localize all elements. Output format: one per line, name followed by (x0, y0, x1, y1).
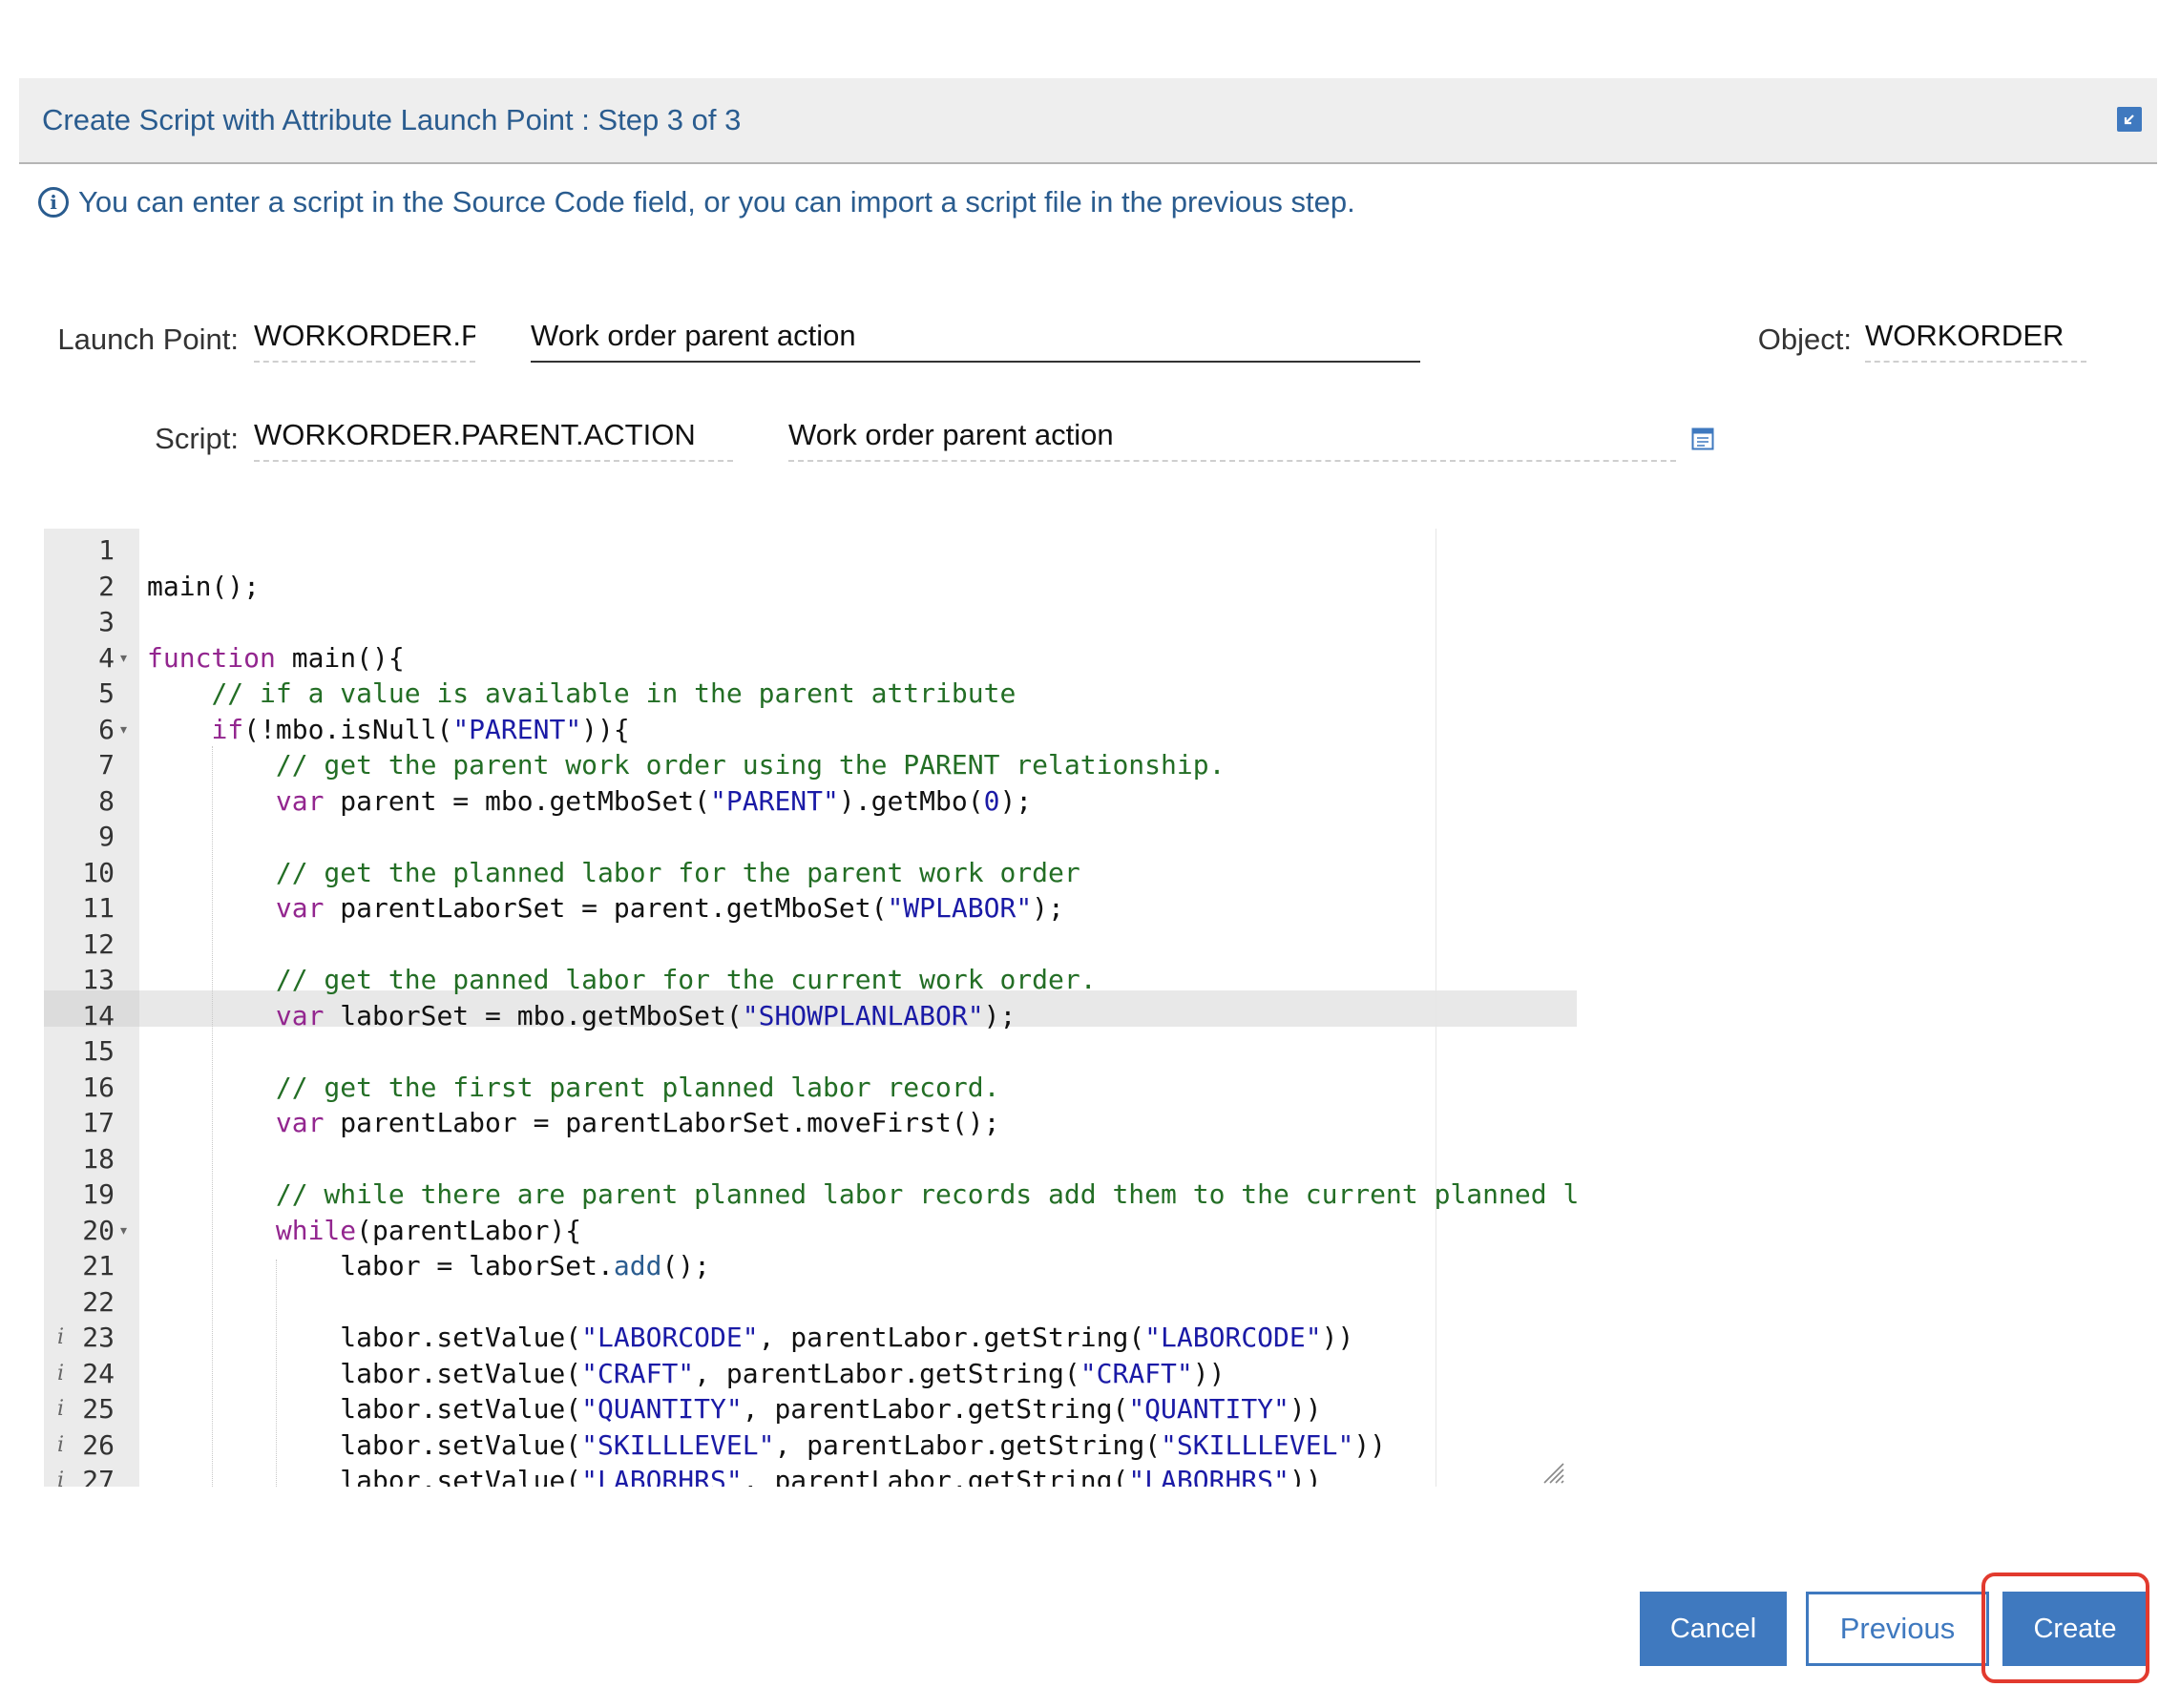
code-line[interactable]: 13 // get the panned labor for the curre… (44, 962, 1577, 998)
code-line[interactable]: 9 (44, 819, 1577, 855)
line-number: 25 (82, 1393, 115, 1425)
code-text: labor.setValue("SKILLLEVEL", parentLabor… (147, 1428, 1387, 1461)
line-number: 12 (82, 927, 115, 960)
line-number: 10 (82, 856, 115, 888)
line-number: 21 (82, 1250, 115, 1281)
code-line[interactable]: 20 ▾ while(parentLabor){ (44, 1213, 1577, 1249)
code-line[interactable]: i 24 labor.setValue("CRAFT", parentLabor.… (44, 1356, 1577, 1392)
code-line[interactable]: i 27 labor.setValue("LABORHRS", parentLab… (44, 1463, 1577, 1487)
code-line[interactable]: 10 // get the planned labor for the pare… (44, 855, 1577, 891)
code-line[interactable]: i 26 labor.setValue("SKILLLEVEL", parentL… (44, 1427, 1577, 1464)
dialog-title: Create Script with Attribute Launch Poin… (42, 103, 742, 136)
info-message: i You can enter a script in the Source C… (38, 183, 1355, 221)
line-number: 7 (98, 749, 115, 781)
line-number: 11 (82, 892, 115, 924)
code-line[interactable]: i 25 labor.setValue("QUANTITY", parentLab… (44, 1391, 1577, 1427)
code-line[interactable]: 11 var parentLaborSet = parent.getMboSet… (44, 890, 1577, 927)
code-text: if(!mbo.isNull("PARENT")){ (211, 713, 630, 745)
launch-point-label: Launch Point: (57, 323, 239, 356)
script-label: Script: (155, 422, 239, 455)
code-text: // get the first parent planned labor re… (275, 1071, 1000, 1103)
resize-handle-icon[interactable] (1539, 1458, 1565, 1485)
object-label: Object: (1757, 323, 1852, 356)
code-text: labor.setValue("LABORHRS", parentLabor.g… (147, 1465, 1322, 1487)
code-text: labor.setValue("QUANTITY", parentLabor.g… (147, 1393, 1322, 1425)
code-line[interactable]: 3 (44, 604, 1577, 640)
info-icon: i (38, 187, 69, 218)
code-text: // if a value is available in the parent… (211, 677, 1017, 709)
launch-point-field[interactable]: WORKORDER.PA (254, 319, 475, 363)
code-line[interactable]: 7 // get the parent work order using the… (44, 747, 1577, 783)
long-description-icon[interactable] (1691, 427, 1714, 450)
code-line[interactable]: 5 // if a value is available in the pare… (44, 676, 1577, 712)
line-number: 14 (82, 999, 115, 1031)
line-number: 3 (98, 606, 115, 637)
code-text: function main(){ (147, 641, 405, 674)
line-number: 27 (82, 1465, 115, 1487)
line-number: 6 (98, 713, 115, 745)
code-text: // get the panned labor for the current … (275, 964, 1097, 995)
line-number: 15 (82, 1035, 115, 1067)
line-number: 23 (82, 1322, 115, 1353)
code-line[interactable]: 16 // get the first parent planned labor… (44, 1070, 1577, 1106)
code-line[interactable]: 21 labor = laborSet.add(); (44, 1248, 1577, 1284)
fold-toggle-icon[interactable]: ▾ (120, 712, 127, 748)
code-line[interactable]: 22 (44, 1284, 1577, 1321)
line-number: 4 (98, 641, 115, 674)
code-text: var parentLabor = parentLaborSet.moveFir… (275, 1107, 1000, 1138)
code-line[interactable]: 12 (44, 927, 1577, 963)
line-number: 24 (82, 1357, 115, 1389)
line-number: 18 (82, 1142, 115, 1175)
line-number: 1 (98, 534, 115, 566)
fold-toggle-icon[interactable]: ▾ (120, 1213, 127, 1249)
cancel-button[interactable]: Cancel (1640, 1592, 1787, 1666)
code-line[interactable]: 2 main(); (44, 569, 1577, 605)
code-line[interactable]: 4 ▾ function main(){ (44, 640, 1577, 677)
code-text: while(parentLabor){ (275, 1214, 582, 1246)
line-number: 9 (98, 821, 115, 852)
code-text: labor.setValue("CRAFT", parentLabor.getS… (147, 1357, 1226, 1389)
code-line[interactable]: 17 var parentLabor = parentLaborSet.move… (44, 1105, 1577, 1141)
code-line[interactable]: 1 (44, 532, 1577, 569)
code-line[interactable]: 19 // while there are parent planned lab… (44, 1177, 1577, 1213)
code-text: var parent = mbo.getMboSet("PARENT").get… (275, 784, 1033, 817)
code-line[interactable]: 15 (44, 1033, 1577, 1070)
line-number: 22 (82, 1285, 115, 1318)
code-line[interactable]: 18 (44, 1141, 1577, 1177)
code-text: var laborSet = mbo.getMboSet("SHOWPLANLA… (275, 999, 1017, 1031)
code-line[interactable]: i 23 labor.setValue("LABORCODE", parentLa… (44, 1320, 1577, 1356)
line-number: 13 (82, 964, 115, 995)
info-text: You can enter a script in the Source Cod… (78, 185, 1355, 219)
code-line[interactable]: 8 var parent = mbo.getMboSet("PARENT").g… (44, 783, 1577, 820)
code-text: main(); (147, 570, 261, 602)
minimize-icon[interactable] (2117, 107, 2142, 132)
previous-button[interactable]: Previous (1806, 1592, 1989, 1666)
line-number: 5 (98, 677, 115, 709)
line-number: 2 (98, 570, 115, 602)
line-number: 16 (82, 1071, 115, 1103)
script-description-field[interactable]: Work order parent action (788, 418, 1676, 462)
source-code-editor[interactable]: 1 2 main(); 3 4 ▾ function main(){5 // if a va… (44, 529, 1577, 1487)
line-number: 8 (98, 784, 115, 817)
line-number: 19 (82, 1178, 115, 1210)
fold-toggle-icon[interactable]: ▾ (120, 640, 127, 677)
object-field[interactable]: WORKORDER (1865, 319, 2086, 363)
code-text: // get the parent work order using the P… (275, 749, 1226, 781)
code-text: var parentLaborSet = parent.getMboSet("W… (275, 892, 1064, 924)
create-button[interactable]: Create (2002, 1592, 2148, 1666)
code-line[interactable]: 14 var laborSet = mbo.getMboSet("SHOWPLA… (44, 998, 1577, 1034)
line-number: 20 (82, 1214, 115, 1246)
create-script-dialog: Create Script with Attribute Launch Poin… (0, 0, 2180, 1708)
code-text: labor = laborSet.add(); (147, 1250, 711, 1281)
line-number: 26 (82, 1428, 115, 1461)
code-text: // get the planned labor for the parent … (275, 856, 1080, 888)
dialog-titlebar: Create Script with Attribute Launch Poin… (19, 78, 2157, 164)
code-text: // while there are parent planned labor … (275, 1178, 1577, 1210)
launch-point-description-field[interactable]: Work order parent action (531, 319, 1420, 363)
script-field[interactable]: WORKORDER.PARENT.ACTION (254, 418, 733, 462)
line-number: 17 (82, 1107, 115, 1138)
code-line[interactable]: 6 ▾ if(!mbo.isNull("PARENT")){ (44, 712, 1577, 748)
code-text: labor.setValue("LABORCODE", parentLabor.… (147, 1322, 1354, 1353)
